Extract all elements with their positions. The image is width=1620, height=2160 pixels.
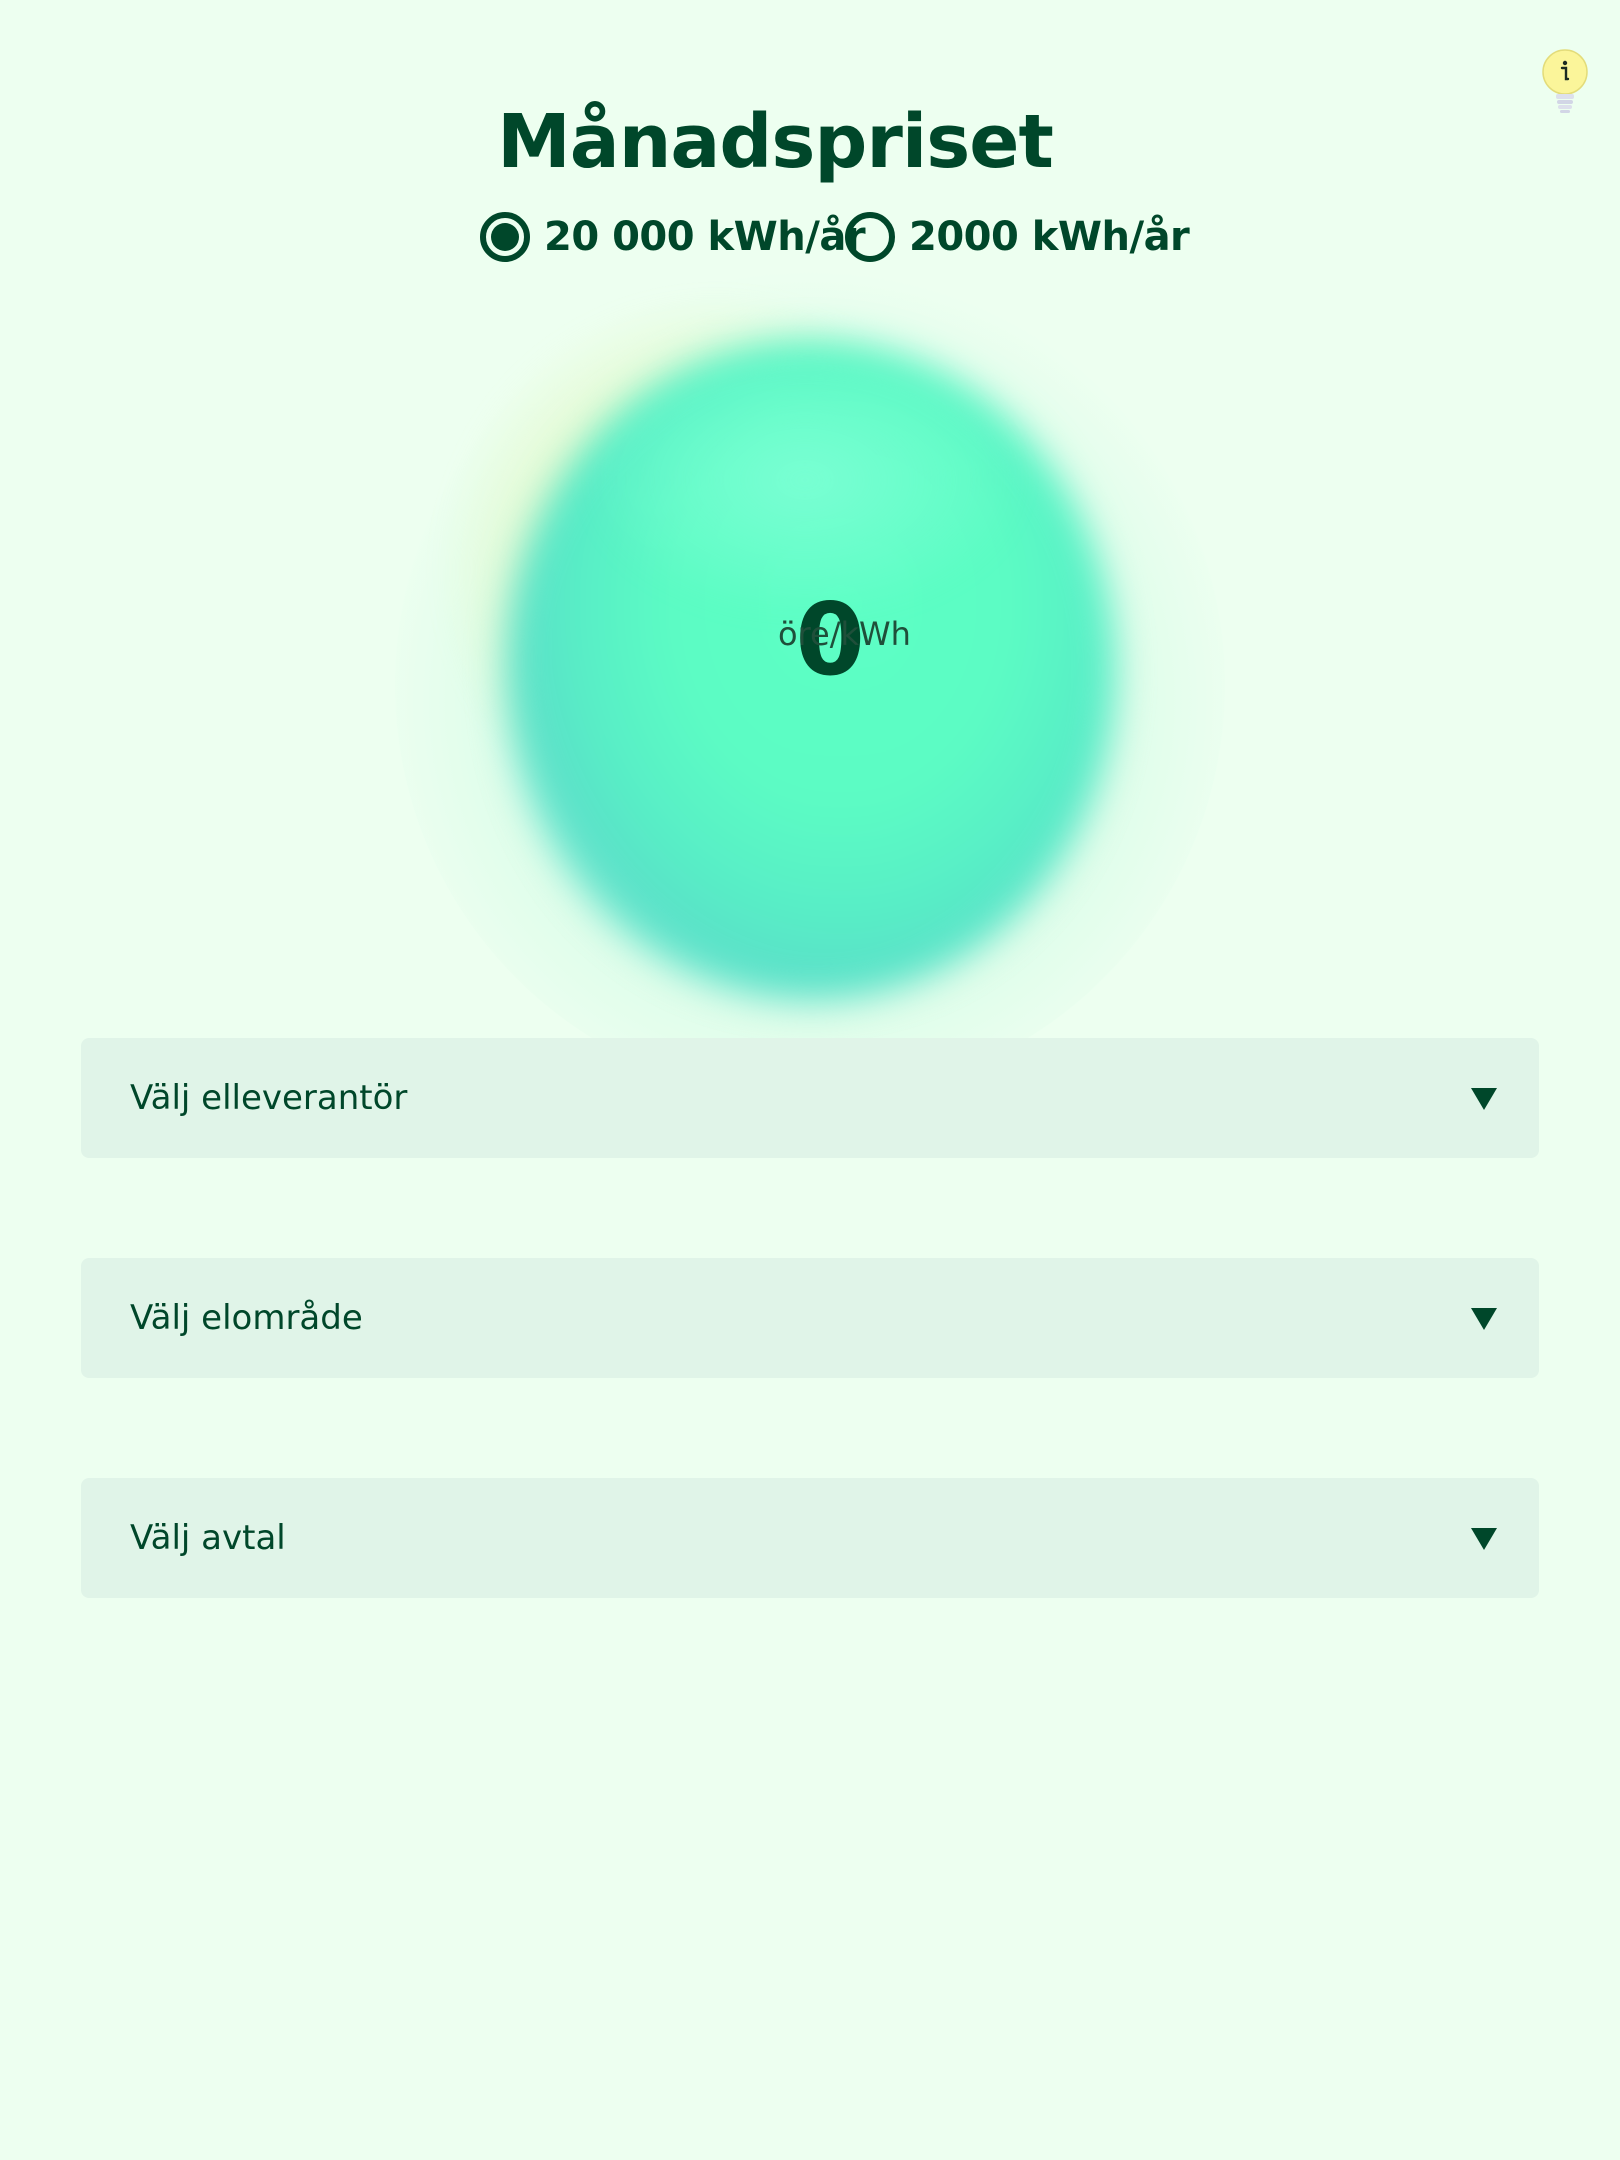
orb-highlight bbox=[595, 350, 1015, 610]
consumption-radio-group: 20 000 kWh/år 2000 kWh/år bbox=[0, 205, 1620, 269]
price-orb: 0 öre/kWh bbox=[395, 270, 1225, 1100]
radio-20000-kwh[interactable]: 20 000 kWh/år bbox=[480, 205, 866, 269]
radio-label: 20 000 kWh/år bbox=[544, 214, 866, 260]
radio-unchecked-icon bbox=[845, 212, 895, 262]
radio-2000-kwh[interactable]: 2000 kWh/år bbox=[845, 205, 1190, 269]
supplier-select[interactable]: Välj elleverantör bbox=[81, 1038, 1539, 1158]
page: Månadspriset 20 000 kWh/år 2000 kWh/år 0… bbox=[0, 0, 1620, 2160]
caret-down-icon bbox=[1471, 1088, 1497, 1110]
radio-label: 2000 kWh/år bbox=[909, 214, 1190, 260]
select-label: Välj elområde bbox=[130, 1298, 363, 1338]
area-select[interactable]: Välj elområde bbox=[81, 1258, 1539, 1378]
radio-checked-icon bbox=[480, 212, 530, 262]
caret-down-icon bbox=[1471, 1308, 1497, 1330]
info-button[interactable] bbox=[1541, 46, 1589, 118]
price-unit: öre/kWh bbox=[778, 615, 911, 653]
contract-select[interactable]: Välj avtal bbox=[81, 1478, 1539, 1598]
select-label: Välj avtal bbox=[130, 1518, 286, 1558]
select-label: Välj elleverantör bbox=[130, 1078, 408, 1118]
page-title: Månadspriset bbox=[497, 98, 1054, 185]
lightbulb-info-icon bbox=[1541, 46, 1589, 118]
caret-down-icon bbox=[1471, 1528, 1497, 1550]
